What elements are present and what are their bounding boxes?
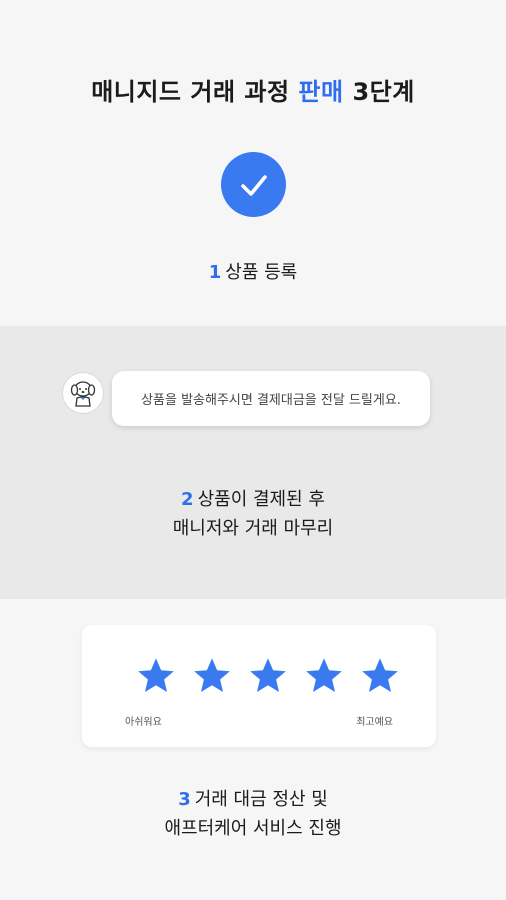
step2-label: 2 상품이 결제된 후 매니저와 거래 마무리 xyxy=(0,485,506,543)
chat-bubble: 상품을 발송해주시면 결제대금을 전달 드릴게요. xyxy=(112,371,430,426)
manager-avatar-icon xyxy=(62,372,104,414)
rating-low-label: 아쉬워요 xyxy=(125,717,162,728)
step3-line1: 거래 대금 정산 및 xyxy=(194,789,328,810)
step2-line2: 매니저와 거래 마무리 xyxy=(172,518,334,539)
star-icon[interactable] xyxy=(248,657,288,695)
step2-section xyxy=(0,326,506,599)
step1-text: 상품 등록 xyxy=(225,262,298,283)
step1-label: 1 상품 등록 xyxy=(0,258,506,287)
star-rating[interactable] xyxy=(136,657,400,695)
step3-number: 3 xyxy=(178,789,191,810)
star-icon[interactable] xyxy=(304,657,344,695)
rating-card: 아쉬워요 최고예요 xyxy=(82,625,436,747)
step3-line2: 애프터케어 서비스 진행 xyxy=(164,818,342,839)
chat-message: 상품을 발송해주시면 결제대금을 전달 드릴게요. xyxy=(141,393,401,408)
step1-number: 1 xyxy=(208,262,222,283)
step3-label: 3 거래 대금 정산 및 애프터케어 서비스 진행 xyxy=(0,785,506,843)
rating-high-label: 최고예요 xyxy=(356,717,393,728)
step2-number: 2 xyxy=(181,489,194,510)
step2-line1-row: 2 상품이 결제된 후 xyxy=(0,485,506,514)
check-icon xyxy=(221,152,286,217)
page-title: 매니지드 거래 과정 판매 3단계 xyxy=(0,72,506,107)
step2-line1: 상품이 결제된 후 xyxy=(197,489,325,510)
step1-section: 매니지드 거래 과정 판매 3단계 1 상품 등록 xyxy=(0,0,506,326)
star-icon[interactable] xyxy=(192,657,232,695)
title-prefix: 매니지드 거래 과정 xyxy=(91,78,290,106)
title-highlight: 판매 xyxy=(298,78,344,106)
title-suffix: 3단계 xyxy=(352,78,415,106)
star-icon[interactable] xyxy=(136,657,176,695)
step3-line1-row: 3 거래 대금 정산 및 xyxy=(0,785,506,814)
star-icon[interactable] xyxy=(360,657,400,695)
